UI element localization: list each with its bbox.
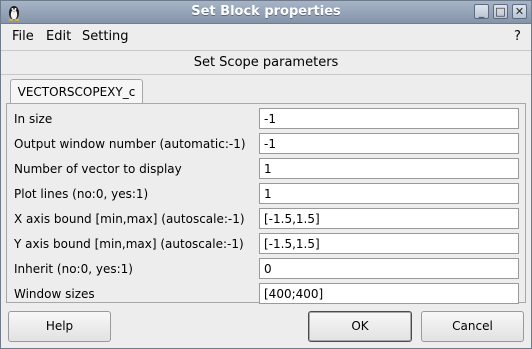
vectors-input[interactable] bbox=[259, 158, 519, 179]
field-label-inherit: Inherit (no:0, yes:1) bbox=[14, 262, 133, 276]
cancel-button[interactable]: Cancel bbox=[421, 311, 524, 342]
maximize-button[interactable]: □ bbox=[493, 4, 508, 19]
minimize-button[interactable]: _ bbox=[474, 4, 489, 19]
in-size-input[interactable] bbox=[259, 108, 519, 129]
menu-setting[interactable]: Setting bbox=[82, 29, 129, 44]
field-label-vectors: Number of vector to display bbox=[14, 162, 182, 176]
ok-button[interactable]: OK bbox=[308, 311, 412, 342]
x-axis-input[interactable] bbox=[259, 208, 519, 229]
tab-vectorscopexy[interactable]: VECTORSCOPEXY_c bbox=[10, 79, 143, 104]
window-sizes-input[interactable] bbox=[259, 283, 519, 304]
field-label-x-axis: X axis bound [min,max] (autoscale:-1) bbox=[14, 212, 245, 226]
field-label-plot-lines: Plot lines (no:0, yes:1) bbox=[14, 187, 149, 201]
help-button[interactable]: Help bbox=[8, 311, 111, 342]
field-label-window-sizes: Window sizes bbox=[14, 287, 95, 301]
plot-lines-input[interactable] bbox=[259, 183, 519, 204]
inherit-input[interactable] bbox=[259, 258, 519, 279]
field-label-output-window: Output window number (automatic:-1) bbox=[14, 137, 246, 151]
window-title: Set Block properties bbox=[191, 4, 341, 19]
dialog-window: Set Block properties _ □ ✕ File Edit Set… bbox=[0, 0, 532, 349]
menu-help[interactable]: ? bbox=[514, 29, 521, 44]
output-window-input[interactable] bbox=[259, 133, 519, 154]
y-axis-input[interactable] bbox=[259, 233, 519, 254]
dialog-subtitle: Set Scope parameters bbox=[1, 52, 531, 75]
menu-edit[interactable]: Edit bbox=[46, 29, 71, 44]
menu-bar: File Edit Setting ? bbox=[1, 24, 531, 51]
title-bar[interactable]: Set Block properties _ □ ✕ bbox=[1, 1, 531, 24]
close-button[interactable]: ✕ bbox=[512, 4, 527, 19]
field-label-in-size: In size bbox=[14, 112, 53, 126]
menu-file[interactable]: File bbox=[12, 29, 34, 44]
field-label-y-axis: Y axis bound [min,max] (autoscale:-1) bbox=[14, 237, 244, 251]
